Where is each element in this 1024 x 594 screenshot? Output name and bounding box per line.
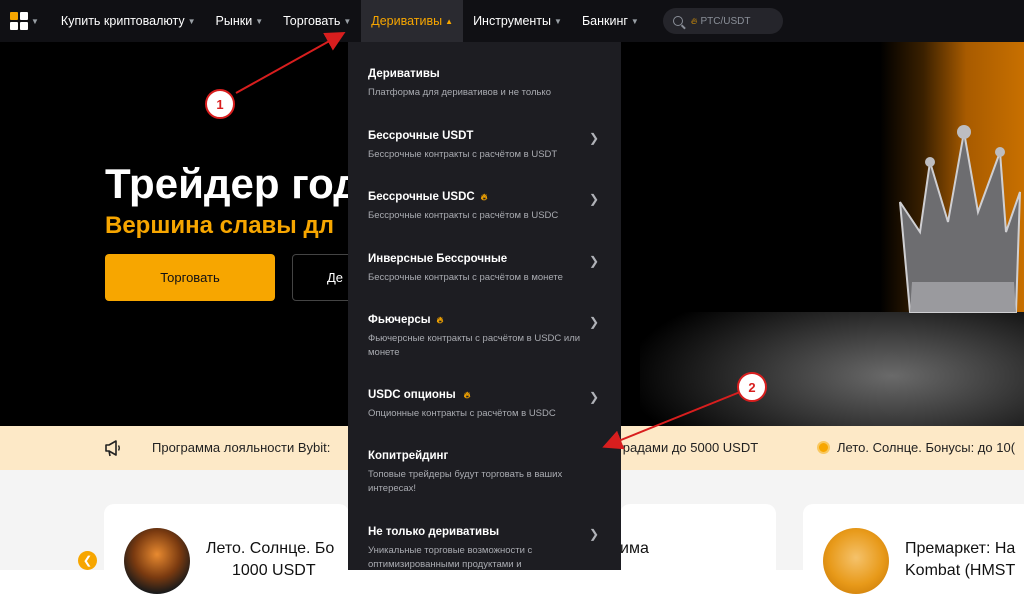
annotation-callout-2: 2 — [737, 372, 767, 402]
annotation-arrows — [235, 32, 741, 450]
annotation-arrow-2 — [602, 391, 741, 450]
annotation-arrow-1 — [235, 32, 346, 94]
annotation-callout-1: 1 — [205, 89, 235, 119]
